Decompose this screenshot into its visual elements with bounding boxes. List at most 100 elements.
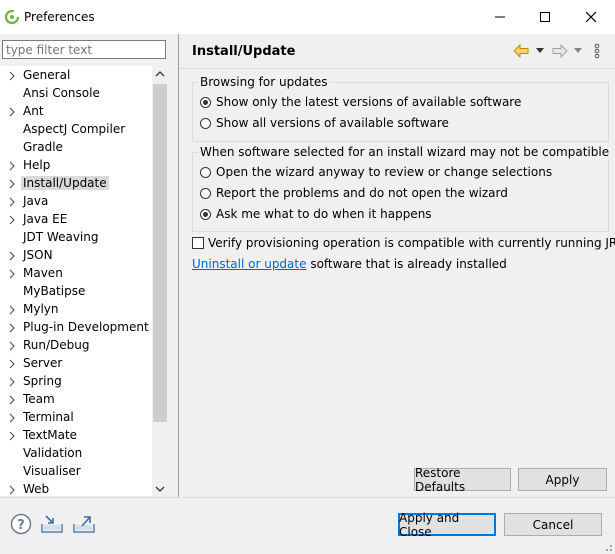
export-icon[interactable] xyxy=(72,514,96,534)
tree-item-label: Maven xyxy=(23,266,63,280)
tree-item-label: Visualiser xyxy=(23,464,81,478)
tree-item[interactable]: Maven xyxy=(0,264,152,282)
tree-item-label: Gradle xyxy=(23,140,63,154)
tree-item[interactable]: Terminal xyxy=(0,408,152,426)
tree-item[interactable]: Gradle xyxy=(0,138,152,156)
tree-item[interactable]: Ant xyxy=(0,102,152,120)
tree-item[interactable]: Web xyxy=(0,480,152,496)
cancel-button[interactable]: Cancel xyxy=(504,513,602,536)
tree-item-label: TextMate xyxy=(23,428,78,442)
tree-item-label: Validation xyxy=(23,446,83,460)
window-title: Preferences xyxy=(24,10,95,24)
chevron-right-icon[interactable] xyxy=(8,429,16,441)
scroll-up-arrow-icon[interactable] xyxy=(155,70,165,78)
chevron-right-icon[interactable] xyxy=(8,267,16,279)
chevron-right-icon[interactable] xyxy=(8,357,16,369)
tree-item-label: AspectJ Compiler xyxy=(23,122,126,136)
chevron-right-icon[interactable] xyxy=(8,177,16,189)
uninstall-line: Uninstall or update software that is alr… xyxy=(192,257,507,271)
help-icon[interactable]: ? xyxy=(10,513,32,535)
tree-item[interactable]: General xyxy=(0,66,152,84)
chevron-right-icon[interactable] xyxy=(8,69,16,81)
scrollbar-thumb[interactable] xyxy=(153,84,167,422)
chevron-right-icon[interactable] xyxy=(8,159,16,171)
tree-item[interactable]: Java EE xyxy=(0,210,152,228)
verify-checkbox[interactable] xyxy=(192,237,204,249)
chevron-right-icon[interactable] xyxy=(8,411,16,423)
chevron-right-icon[interactable] xyxy=(8,249,16,261)
tree-item[interactable]: Visualiser xyxy=(0,462,152,480)
scroll-down-arrow-icon[interactable] xyxy=(155,485,165,493)
tree-item[interactable]: Server xyxy=(0,354,152,372)
tree-item[interactable]: JDT Weaving xyxy=(0,228,152,246)
open-wizard-label: Open the wizard anyway to review or chan… xyxy=(216,165,553,179)
close-window-button[interactable] xyxy=(576,6,606,28)
apply-button[interactable]: Apply xyxy=(518,468,607,491)
tree-item-label: Team xyxy=(23,392,55,406)
forward-arrow-icon[interactable] xyxy=(552,44,568,58)
back-dropdown-icon[interactable] xyxy=(536,48,544,54)
chevron-right-icon[interactable] xyxy=(8,195,16,207)
latest-versions-radio[interactable] xyxy=(200,97,211,108)
chevron-right-icon[interactable] xyxy=(8,339,16,351)
view-menu-icon[interactable] xyxy=(594,43,600,59)
latest-versions-label: Show only the latest versions of availab… xyxy=(216,95,522,109)
chevron-right-icon[interactable] xyxy=(8,483,16,495)
all-versions-label: Show all versions of available software xyxy=(216,116,449,130)
chevron-right-icon[interactable] xyxy=(8,105,16,117)
apply-and-close-button[interactable]: Apply and Close xyxy=(398,511,496,539)
filter-input[interactable] xyxy=(2,40,166,59)
chevron-right-icon[interactable] xyxy=(8,393,16,405)
open-wizard-radio[interactable] xyxy=(200,167,211,178)
preference-tree: General Ansi Console Ant AspectJ Compiler Gr… xyxy=(0,66,168,496)
report-problems-radio[interactable] xyxy=(200,188,211,199)
tree-item[interactable]: Spring xyxy=(0,372,152,390)
compatibility-group-title: When software selected for an install wi… xyxy=(198,145,612,159)
tree-item[interactable]: Help xyxy=(0,156,152,174)
tree-item-label: Ant xyxy=(23,104,44,118)
tree-item-label: MyBatipse xyxy=(23,284,86,298)
chevron-right-icon[interactable] xyxy=(8,303,16,315)
tree-item-label: Run/Debug xyxy=(23,338,90,352)
forward-dropdown-icon[interactable] xyxy=(574,48,582,54)
tree-item[interactable]: Install/Update xyxy=(0,174,152,192)
chevron-right-icon[interactable] xyxy=(8,321,16,333)
close-icon xyxy=(585,11,597,23)
panel-divider[interactable] xyxy=(178,34,179,497)
restore-defaults-button[interactable]: Restore Defaults xyxy=(414,466,511,494)
tree-item[interactable]: Team xyxy=(0,390,152,408)
tree-item[interactable]: Mylyn xyxy=(0,300,152,318)
maximize-button[interactable] xyxy=(530,6,560,28)
tree-item[interactable]: Plug-in Development xyxy=(0,318,152,336)
browsing-group-title: Browsing for updates xyxy=(198,75,330,89)
tree-item[interactable]: Ansi Console xyxy=(0,84,152,102)
minimize-button[interactable] xyxy=(485,6,515,28)
tree-item[interactable]: JSON xyxy=(0,246,152,264)
tree-item-label: Terminal xyxy=(23,410,74,424)
tree-item[interactable]: Validation xyxy=(0,444,152,462)
maximize-icon xyxy=(540,12,550,22)
tree-item[interactable]: TextMate xyxy=(0,426,152,444)
chevron-right-icon[interactable] xyxy=(8,375,16,387)
import-icon[interactable] xyxy=(40,514,64,534)
spring-app-icon xyxy=(5,10,19,24)
tree-item-label: Mylyn xyxy=(23,302,59,316)
ask-me-label: Ask me what to do when it happens xyxy=(216,207,432,221)
tree-item-label: Ansi Console xyxy=(23,86,100,100)
footer-separator xyxy=(0,497,615,498)
tree-item-label: JSON xyxy=(23,248,53,262)
tree-item[interactable]: Java xyxy=(0,192,152,210)
resize-grip-icon[interactable] xyxy=(603,542,613,552)
tree-item[interactable]: Run/Debug xyxy=(0,336,152,354)
tree-item[interactable]: MyBatipse xyxy=(0,282,152,300)
page-title: Install/Update xyxy=(192,44,296,59)
uninstall-text: software that is already installed xyxy=(306,257,507,271)
tree-item[interactable]: AspectJ Compiler xyxy=(0,120,152,138)
ask-me-radio[interactable] xyxy=(200,209,211,220)
tree-item-label: Server xyxy=(23,356,63,370)
svg-text:?: ? xyxy=(17,518,25,533)
back-arrow-icon[interactable] xyxy=(513,44,529,58)
chevron-right-icon[interactable] xyxy=(8,213,16,225)
all-versions-radio[interactable] xyxy=(200,118,211,129)
uninstall-link[interactable]: Uninstall or update xyxy=(192,257,307,271)
